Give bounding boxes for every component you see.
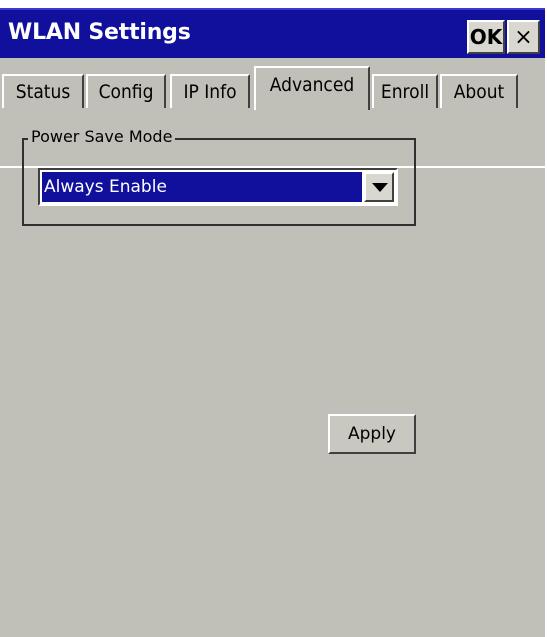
tab-config[interactable]: Config	[86, 74, 166, 108]
title-bar: WLAN Settings OK ×	[0, 8, 545, 58]
apply-button[interactable]: Apply	[328, 414, 416, 454]
dropdown-arrow-button[interactable]	[364, 172, 394, 202]
window-title: WLAN Settings	[8, 20, 191, 45]
tab-advanced[interactable]: Advanced	[254, 66, 370, 110]
ok-button[interactable]: OK	[467, 20, 505, 54]
power-save-mode-select[interactable]: Always Enable	[38, 168, 398, 206]
tab-ip-info[interactable]: IP Info	[170, 74, 250, 108]
tab-status[interactable]: Status	[2, 74, 84, 108]
tab-strip: Status Config IP Info Advanced Enroll Ab…	[0, 58, 545, 168]
tab-about[interactable]: About	[440, 74, 518, 108]
power-save-mode-value: Always Enable	[42, 172, 362, 202]
tab-enroll[interactable]: Enroll	[372, 74, 438, 108]
close-button[interactable]: ×	[507, 20, 540, 54]
power-save-mode-label: Power Save Mode	[28, 127, 176, 146]
chevron-down-icon	[372, 183, 388, 192]
